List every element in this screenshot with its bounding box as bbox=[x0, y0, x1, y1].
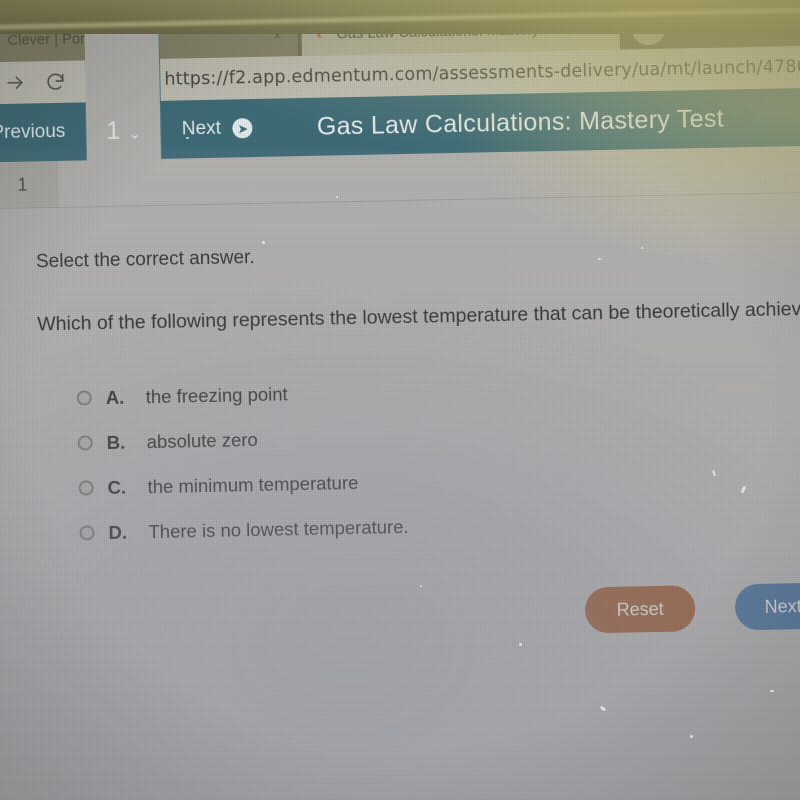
answer-option-a[interactable]: A. the freezing point bbox=[76, 369, 406, 421]
next-question-button[interactable]: Next ➤ bbox=[161, 99, 273, 159]
reset-button[interactable]: Reset bbox=[584, 585, 696, 634]
radio-button-d[interactable] bbox=[79, 525, 95, 541]
browser-window: Clever | Portal × e Gas Law Calculations… bbox=[0, 0, 800, 800]
answer-option-c[interactable]: C. the minimum temperature bbox=[78, 459, 408, 511]
question-number-label: 1 bbox=[17, 174, 28, 195]
question-content: Select the correct answer. Which of the … bbox=[0, 193, 800, 800]
photo-of-monitor: Clever | Portal × e Gas Law Calculations… bbox=[0, 0, 800, 800]
answer-option-b[interactable]: B. absolute zero bbox=[77, 414, 407, 466]
instruction-text: Select the correct answer. bbox=[35, 247, 255, 273]
radio-button-b[interactable] bbox=[77, 435, 93, 451]
reload-icon[interactable] bbox=[38, 65, 73, 100]
reset-label: Reset bbox=[616, 598, 664, 620]
answer-option-d[interactable]: D. There is no lowest temperature. bbox=[79, 504, 409, 556]
chevron-down-icon: ⌄ bbox=[128, 125, 142, 143]
option-text: There is no lowest temperature. bbox=[148, 515, 409, 542]
option-text: the freezing point bbox=[145, 382, 288, 407]
option-text: absolute zero bbox=[146, 428, 258, 452]
option-letter: D. bbox=[108, 521, 128, 543]
previous-question-button[interactable]: Previous bbox=[0, 102, 87, 163]
previous-label: Previous bbox=[0, 120, 66, 144]
next-label: Next bbox=[764, 595, 800, 617]
answer-options-list: A. the freezing point B. absolute zero C… bbox=[76, 369, 409, 556]
radio-button-a[interactable] bbox=[76, 390, 92, 406]
current-page-number: 1 bbox=[106, 116, 121, 145]
assessment-body: 1 Select the correct answer. Which of th… bbox=[0, 145, 800, 800]
option-text: the minimum temperature bbox=[147, 471, 359, 497]
option-letter: A. bbox=[105, 386, 125, 408]
forward-icon[interactable] bbox=[0, 65, 33, 100]
question-number-tab[interactable]: 1 bbox=[0, 160, 59, 209]
address-bar-url: https://f2.app.edmentum.com/assessments-… bbox=[164, 56, 800, 90]
assessment-title: Gas Law Calculations: Mastery Test bbox=[316, 104, 725, 141]
next-label: Next bbox=[181, 117, 222, 140]
option-letter: C. bbox=[107, 476, 127, 498]
option-letter: B. bbox=[106, 431, 126, 453]
arrow-right-circle-icon: ➤ bbox=[232, 118, 254, 139]
radio-button-c[interactable] bbox=[78, 480, 94, 496]
next-button[interactable]: Next bbox=[734, 582, 800, 631]
action-button-row: Reset Next bbox=[0, 582, 800, 646]
question-text: Which of the following represents the lo… bbox=[37, 297, 800, 336]
